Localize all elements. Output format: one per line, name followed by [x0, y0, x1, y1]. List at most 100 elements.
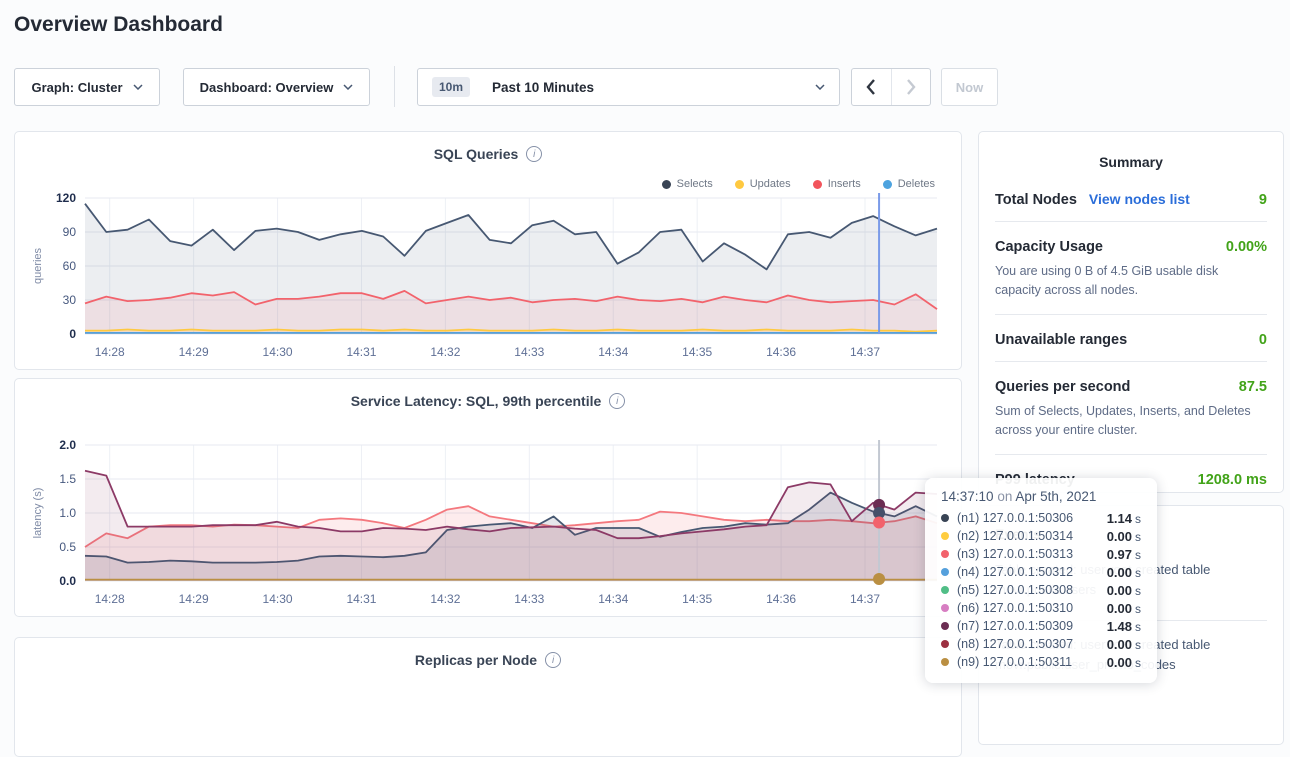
svg-text:14:34: 14:34 — [598, 592, 628, 606]
node-latency-value: 0.00s — [1107, 637, 1141, 652]
node-latency-value: 0.97s — [1107, 547, 1141, 562]
svg-text:14:29: 14:29 — [179, 592, 209, 606]
svg-text:1.0: 1.0 — [59, 506, 76, 520]
tooltip-node-row: (n4) 127.0.0.1:50312 0.00s — [941, 563, 1141, 581]
svg-text:30: 30 — [63, 293, 77, 307]
node-color-dot-icon — [941, 658, 949, 666]
time-forward-button[interactable] — [891, 69, 931, 105]
node-latency-value: 0.00s — [1107, 529, 1141, 544]
svg-text:14:30: 14:30 — [263, 345, 293, 359]
svg-text:14:35: 14:35 — [682, 592, 712, 606]
svg-text:14:36: 14:36 — [766, 345, 796, 359]
unavailable-ranges-label: Unavailable ranges — [995, 332, 1127, 348]
node-latency-value: 0.00s — [1107, 601, 1141, 616]
graph-scope-label: Graph: Cluster — [31, 80, 122, 95]
service-latency-title: Service Latency: SQL, 99th percentile — [351, 393, 602, 409]
svg-text:14:32: 14:32 — [430, 345, 460, 359]
summary-row-unavailable: Unavailable ranges 0 — [995, 315, 1267, 362]
total-nodes-value: 9 — [1259, 192, 1267, 208]
total-nodes-label: Total Nodes — [995, 192, 1077, 208]
service-latency-chart[interactable]: 14:28 14:29 14:30 14:31 14:32 14:33 14:34 14:35… — [27, 435, 951, 611]
time-range-dropdown[interactable]: 10m Past 10 Minutes — [417, 68, 840, 106]
unavailable-ranges-value: 0 — [1259, 332, 1267, 348]
time-range-badge: 10m — [432, 77, 470, 97]
toolbar-divider — [394, 66, 395, 107]
summary-row-capacity: Capacity Usage 0.00% You are using 0 B o… — [995, 222, 1267, 315]
svg-text:latency (s): latency (s) — [32, 488, 44, 539]
node-color-dot-icon — [941, 514, 949, 522]
node-color-dot-icon — [941, 568, 949, 576]
node-color-dot-icon — [941, 586, 949, 594]
node-address: (n7) 127.0.0.1:50309 — [957, 619, 1073, 633]
chevron-down-icon — [133, 84, 143, 90]
summary-row-qps: Queries per second 87.5 Sum of Selects, … — [995, 362, 1267, 455]
svg-text:14:31: 14:31 — [346, 592, 376, 606]
chevron-down-icon — [343, 84, 353, 90]
tooltip-node-row: (n5) 127.0.0.1:50308 0.00s — [941, 581, 1141, 599]
node-latency-value: 0.00s — [1107, 565, 1141, 580]
time-range-label: Past 10 Minutes — [492, 80, 594, 95]
capacity-usage-value: 0.00% — [1226, 239, 1267, 255]
page-title: Overview Dashboard — [14, 13, 223, 37]
node-color-dot-icon — [941, 604, 949, 612]
node-latency-value: 0.00s — [1107, 655, 1141, 670]
svg-text:120: 120 — [56, 191, 76, 205]
summary-panel: Summary Total Nodes View nodes list 9 Ca… — [978, 131, 1284, 493]
service-latency-card: Service Latency: SQL, 99th percentile i … — [14, 378, 962, 617]
tooltip-node-row: (n9) 127.0.0.1:50311 0.00s — [941, 653, 1141, 671]
tooltip-node-row: (n6) 127.0.0.1:503100.00s — [941, 599, 1141, 617]
svg-text:14:28: 14:28 — [95, 592, 125, 606]
info-icon[interactable]: i — [545, 652, 561, 668]
node-address: (n5) 127.0.0.1:50308 — [957, 583, 1073, 597]
node-address: (n4) 127.0.0.1:50312 — [957, 565, 1073, 579]
svg-text:14:34: 14:34 — [598, 345, 628, 359]
info-icon[interactable]: i — [609, 393, 625, 409]
chevron-right-icon — [906, 79, 916, 95]
dashboard-label: Dashboard: Overview — [200, 80, 334, 95]
svg-text:0.0: 0.0 — [59, 574, 76, 588]
latency-hover-tooltip: 14:37:10 on Apr 5th, 2021 (n1) 127.0.0.1… — [925, 478, 1157, 683]
node-latency-value: 1.48s — [1107, 619, 1141, 634]
svg-text:90: 90 — [63, 225, 77, 239]
node-latency-value: 0.00s — [1107, 583, 1141, 598]
svg-text:1.5: 1.5 — [59, 472, 76, 486]
svg-text:14:35: 14:35 — [682, 345, 712, 359]
queries-per-second-desc: Sum of Selects, Updates, Inserts, and De… — [995, 402, 1267, 441]
svg-text:14:37: 14:37 — [850, 345, 880, 359]
dashboard-dropdown[interactable]: Dashboard: Overview — [183, 68, 370, 106]
summary-row-total-nodes: Total Nodes View nodes list 9 — [995, 174, 1267, 222]
node-address: (n3) 127.0.0.1:50313 — [957, 547, 1073, 561]
svg-text:14:37: 14:37 — [850, 592, 880, 606]
capacity-usage-desc: You are using 0 B of 4.5 GiB usable disk… — [995, 262, 1267, 301]
svg-text:queries: queries — [32, 247, 44, 284]
tooltip-node-row: (n7) 127.0.0.1:50309 1.48s — [941, 617, 1141, 635]
svg-text:14:30: 14:30 — [263, 592, 293, 606]
svg-text:0.5: 0.5 — [59, 540, 76, 554]
svg-text:2.0: 2.0 — [59, 438, 76, 452]
node-color-dot-icon — [941, 532, 949, 540]
svg-text:14:33: 14:33 — [514, 345, 544, 359]
time-shift-buttons — [851, 68, 931, 106]
node-address: (n2) 127.0.0.1:50314 — [957, 529, 1073, 543]
tooltip-node-row: (n8) 127.0.0.1:503070.00s — [941, 635, 1141, 653]
info-icon[interactable]: i — [526, 146, 542, 162]
svg-text:14:28: 14:28 — [95, 345, 125, 359]
svg-text:14:31: 14:31 — [346, 345, 376, 359]
queries-per-second-value: 87.5 — [1239, 379, 1267, 395]
chevron-down-icon — [815, 84, 825, 90]
node-latency-value: 1.14s — [1107, 511, 1141, 526]
svg-text:14:33: 14:33 — [514, 592, 544, 606]
time-back-button[interactable] — [852, 69, 891, 105]
graph-scope-dropdown[interactable]: Graph: Cluster — [14, 68, 160, 106]
node-address: (n9) 127.0.0.1:50311 — [957, 655, 1072, 669]
svg-text:14:32: 14:32 — [430, 592, 460, 606]
sql-queries-chart[interactable]: 14:28 14:29 14:30 14:31 14:32 14:33 14:34 14:35… — [27, 188, 951, 364]
now-button[interactable]: Now — [941, 68, 998, 106]
capacity-usage-label: Capacity Usage — [995, 239, 1103, 255]
svg-text:0: 0 — [69, 327, 76, 341]
view-nodes-list-link[interactable]: View nodes list — [1089, 191, 1190, 207]
overview-dashboard-page: { "page": { "title": "Overview Dashboard… — [0, 0, 1290, 689]
sql-queries-card: SQL Queries i Selects Updates Inserts De… — [14, 131, 962, 370]
node-address: (n1) 127.0.0.1:50306 — [957, 511, 1073, 525]
svg-text:14:29: 14:29 — [179, 345, 209, 359]
